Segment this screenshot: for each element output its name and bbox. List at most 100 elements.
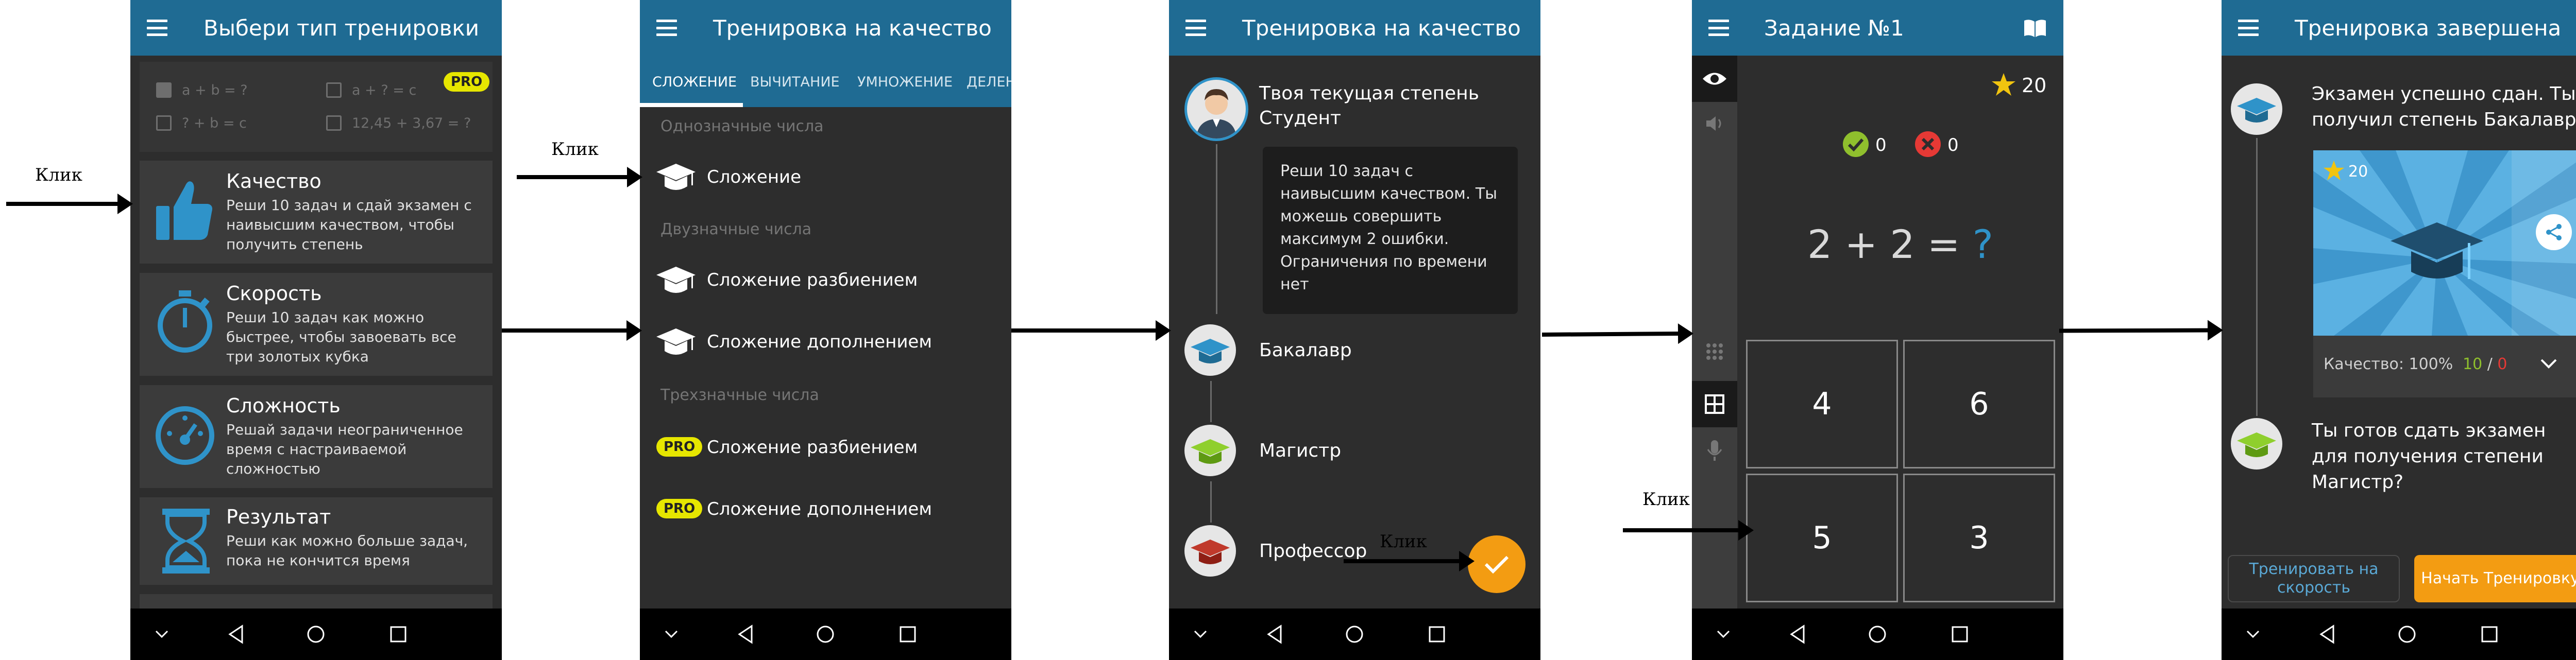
menu-icon[interactable]	[147, 20, 167, 36]
flow-arrow	[1541, 332, 1683, 337]
book-icon[interactable]	[2022, 18, 2048, 38]
nav-back-icon[interactable]	[1257, 609, 1293, 660]
answer-option[interactable]: 5	[1746, 474, 1898, 602]
start-training-button[interactable]: Начать Тренировку	[2414, 555, 2576, 602]
formula-checkbox[interactable]	[156, 115, 172, 131]
nav-recents-icon[interactable]	[2471, 609, 2507, 660]
formula-checkbox[interactable]	[326, 82, 342, 98]
graduation-cap-icon	[656, 164, 696, 190]
tile-speed[interactable]: Скорость Реши 10 задач как можно быстрее…	[140, 273, 493, 376]
share-button[interactable]	[2536, 214, 2572, 250]
tile-partial[interactable]	[140, 594, 493, 610]
chevron-down-icon[interactable]	[2240, 609, 2266, 660]
formula-checkbox[interactable]	[326, 115, 342, 131]
android-nav-bar	[1169, 609, 1540, 660]
degree-item: Бакалавр	[1184, 324, 1524, 381]
list-item-pro[interactable]: PRO Сложение дополнением	[655, 492, 995, 528]
tile-quality[interactable]: Качество Реши 10 задач и сдай экзамен с …	[140, 161, 493, 264]
list-item-label: Сложение разбиением	[707, 437, 918, 458]
nav-recents-icon[interactable]	[1942, 609, 1978, 660]
answer-option[interactable]: 4	[1746, 340, 1898, 468]
list-item-label: Сложение	[707, 167, 802, 187]
chevron-down-icon[interactable]	[149, 609, 175, 660]
task-expression: 2 + 2 = ?	[1737, 221, 2063, 267]
app-bar-title: Тренировка на качество	[1242, 15, 1521, 41]
tab-addition[interactable]: СЛОЖЕНИЕ	[652, 74, 737, 90]
android-nav-bar	[2222, 609, 2576, 660]
volume-icon[interactable]	[1704, 113, 1725, 134]
wrong-icon	[1915, 131, 1941, 157]
flow-arrow	[6, 194, 133, 214]
tab-division[interactable]: ДЕЛЕНИЕ	[967, 74, 1011, 90]
chevron-down-icon[interactable]	[1188, 609, 1213, 660]
master-cap-icon	[1184, 425, 1236, 476]
formula-text: a + ? = c	[352, 82, 417, 98]
flow-arrow	[502, 320, 642, 341]
list-item[interactable]: Сложение разбиением	[655, 263, 995, 299]
graduation-cap-icon	[656, 267, 696, 293]
dial-pad-icon[interactable]	[1704, 341, 1725, 362]
formula-text: 12,45 + 3,67 = ?	[352, 115, 471, 131]
formula-checkbox-checked[interactable]	[156, 82, 172, 98]
score-separator: /	[2482, 355, 2498, 373]
list-item[interactable]: Сложение	[655, 160, 995, 196]
professor-cap-icon	[1184, 525, 1236, 577]
side-toolbar	[1692, 56, 1737, 609]
nav-home-icon[interactable]	[807, 609, 843, 660]
nav-recents-icon[interactable]	[890, 609, 926, 660]
degree-label: Магистр	[1259, 440, 1342, 461]
bachelor-avatar	[2231, 83, 2282, 135]
grid-icon[interactable]	[1692, 381, 1737, 427]
nav-back-icon[interactable]	[727, 609, 764, 660]
list-item[interactable]: Сложение дополнением	[655, 324, 995, 360]
result-card-image: 20	[2313, 150, 2576, 336]
score-correct: 10	[2463, 355, 2483, 373]
menu-icon[interactable]	[1185, 20, 1206, 36]
answer-option[interactable]: 6	[1903, 340, 2055, 468]
nav-back-icon[interactable]	[2309, 609, 2345, 660]
menu-icon[interactable]	[2238, 20, 2259, 36]
tile-description: Реши как можно больше задач, пока не кон…	[226, 532, 468, 569]
tile-result[interactable]: Результат Реши как можно больше задач, п…	[140, 497, 493, 585]
check-icon	[1484, 555, 1509, 574]
train-speed-button[interactable]: Тренировать на скорость	[2228, 555, 2400, 602]
microphone-icon[interactable]	[1706, 439, 1723, 462]
score-wrong: 0	[2497, 355, 2507, 373]
tile-complexity[interactable]: Сложность Решай задачи неограниченное вр…	[140, 385, 493, 488]
nav-recents-icon[interactable]	[1419, 609, 1455, 660]
card-stars-count: 20	[2348, 163, 2368, 181]
answer-option[interactable]: 3	[1903, 474, 2055, 602]
tab-subtraction[interactable]: ВЫЧИТАНИЕ	[750, 74, 840, 90]
nav-back-icon[interactable]	[1780, 609, 1816, 660]
chevron-down-icon[interactable]	[1710, 609, 1736, 660]
eye-icon[interactable]	[1692, 56, 1737, 102]
screen-task: Задание №1 20 0 0 2 + 2 = ? 4 6 5 3	[1692, 0, 2063, 660]
correct-icon	[1843, 131, 1869, 157]
chevron-down-icon[interactable]	[2540, 358, 2557, 370]
avatar	[1184, 77, 1248, 141]
app-bar: Задание №1	[1692, 0, 2063, 56]
nav-home-icon[interactable]	[298, 609, 334, 660]
screen-workout-type: Выбери тип тренировки a + b = ? a + ? = …	[130, 0, 502, 660]
chevron-down-icon[interactable]	[658, 609, 684, 660]
tab-multiplication[interactable]: УМНОЖЕНИЕ	[857, 74, 953, 90]
nav-home-icon[interactable]	[1336, 609, 1372, 660]
list-item-label: Сложение разбиением	[707, 270, 918, 290]
confirm-fab[interactable]	[1468, 535, 1526, 593]
nav-home-icon[interactable]	[1859, 609, 1895, 660]
menu-icon[interactable]	[1708, 20, 1729, 36]
click-annotation: Клик	[35, 165, 82, 185]
list-item-pro[interactable]: PRO Сложение разбиением	[655, 430, 995, 466]
timeline-line	[1216, 144, 1217, 314]
result-message: Экзамен успешно сдан. Ты получил степень…	[2312, 83, 2576, 130]
nav-back-icon[interactable]	[218, 609, 254, 660]
master-cap-icon	[2237, 432, 2276, 457]
click-annotation: Клик	[551, 139, 599, 160]
tab-indicator	[640, 103, 743, 107]
click-annotation: Клик	[1642, 489, 1690, 510]
hourglass-icon	[162, 509, 210, 574]
share-icon	[2546, 224, 2562, 240]
nav-home-icon[interactable]	[2389, 609, 2425, 660]
menu-icon[interactable]	[656, 20, 677, 36]
nav-recents-icon[interactable]	[380, 609, 416, 660]
